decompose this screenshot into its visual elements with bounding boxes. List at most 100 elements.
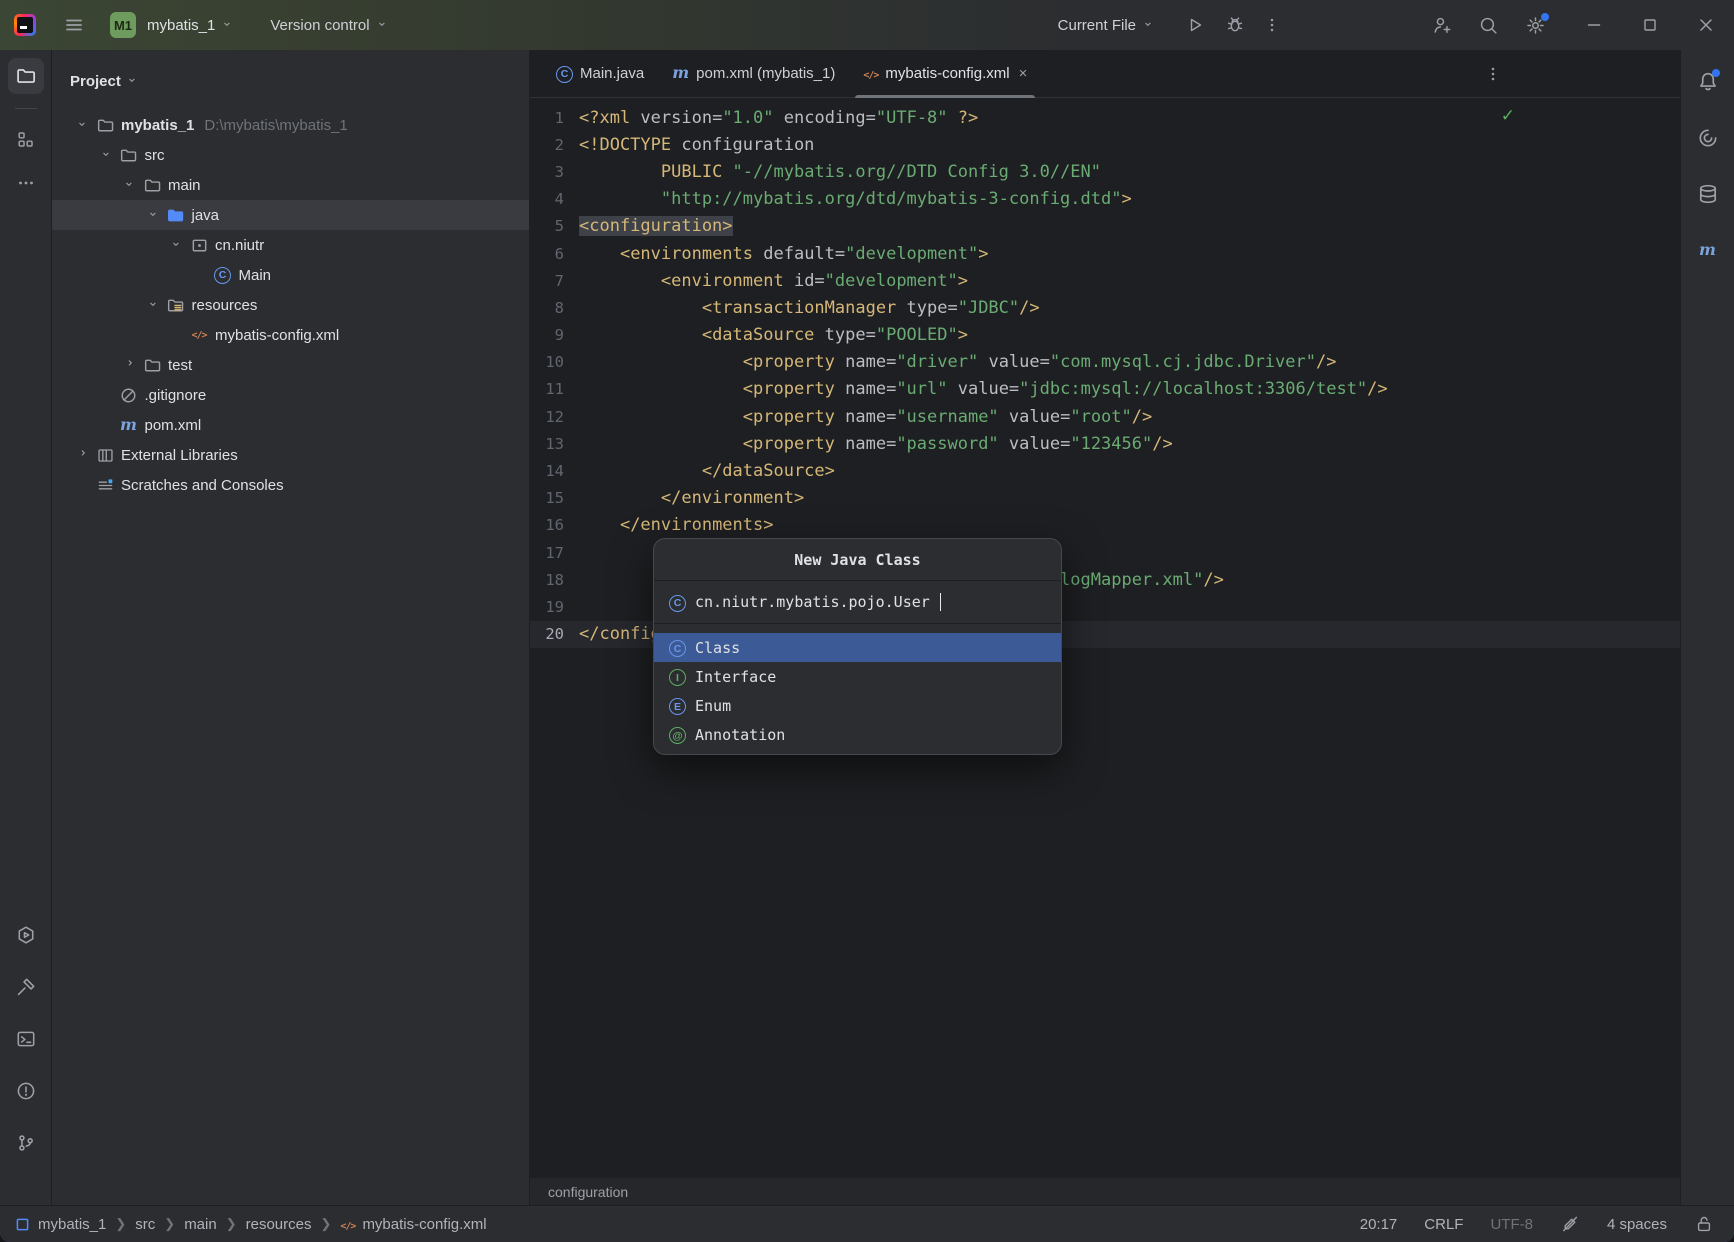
line-number[interactable]: 9 (530, 326, 564, 344)
line-number[interactable]: 1 (530, 109, 564, 127)
code-line-16[interactable]: 16 </environments> (530, 512, 1680, 539)
line-number[interactable]: 12 (530, 408, 564, 426)
problems-icon[interactable] (8, 1073, 44, 1109)
close-tab-icon[interactable]: × (1019, 65, 1028, 82)
line-number[interactable]: 20 (530, 625, 564, 643)
line-number[interactable]: 17 (530, 544, 564, 562)
more-dots-icon[interactable] (8, 165, 44, 201)
maven-icon[interactable]: m (1690, 232, 1726, 268)
services-icon[interactable] (8, 917, 44, 953)
code-with-me-button[interactable] (1431, 15, 1452, 36)
build-icon[interactable] (8, 969, 44, 1005)
indent-widget[interactable]: 4 spaces (1607, 1216, 1667, 1233)
debug-button[interactable] (1225, 15, 1245, 35)
line-number[interactable]: 3 (530, 163, 564, 181)
project-panel-header[interactable]: Project (70, 66, 529, 96)
line-number[interactable]: 18 (530, 571, 564, 589)
caret-position-widget[interactable]: 20:17 (1360, 1216, 1398, 1233)
tree-item-mybatis-1[interactable]: mybatis_1D:\mybatis\mybatis_1 (52, 110, 529, 140)
tree-item-main[interactable]: CMain (52, 260, 529, 290)
search-everywhere-button[interactable] (1478, 15, 1499, 36)
chevron-down-icon[interactable] (74, 118, 94, 132)
code-line-9[interactable]: 9 <dataSource type="POOLED"> (530, 322, 1680, 349)
chevron-down-icon[interactable] (168, 238, 188, 252)
breadcrumb-tag[interactable]: configuration (548, 1184, 628, 1200)
tree-item-main[interactable]: main (52, 170, 529, 200)
code-line-15[interactable]: 15 </environment> (530, 485, 1680, 512)
run-button[interactable] (1185, 15, 1205, 35)
line-separator-widget[interactable]: CRLF (1424, 1216, 1463, 1233)
tree-item-java[interactable]: java (52, 200, 529, 230)
line-number[interactable]: 16 (530, 516, 564, 534)
chevron-down-icon[interactable] (145, 298, 165, 312)
chevron-right-icon[interactable] (121, 358, 141, 372)
code-line-2[interactable]: 2<!DOCTYPE configuration (530, 131, 1680, 158)
code-line-13[interactable]: 13 <property name="password" value="1234… (530, 430, 1680, 457)
tree-item-mybatis-config-xml[interactable]: </>mybatis-config.xml (52, 320, 529, 350)
maximize-button[interactable] (1640, 15, 1660, 35)
line-number[interactable]: 10 (530, 353, 564, 371)
dialog-option-annotation[interactable]: @Annotation (654, 720, 1061, 749)
line-number[interactable]: 8 (530, 299, 564, 317)
breadcrumb-main[interactable]: main (184, 1216, 217, 1233)
tab-mybatis-config-xml[interactable]: </>mybatis-config.xml× (849, 50, 1041, 97)
breadcrumb-resources[interactable]: resources (246, 1216, 312, 1233)
tree-item-resources[interactable]: resources (52, 290, 529, 320)
line-number[interactable]: 11 (530, 380, 564, 398)
line-number[interactable]: 7 (530, 272, 564, 290)
close-button[interactable] (1696, 15, 1716, 35)
project-badge[interactable]: M1 (110, 12, 136, 38)
tree-item-test[interactable]: test (52, 350, 529, 380)
code-line-14[interactable]: 14 </dataSource> (530, 457, 1680, 484)
line-number[interactable]: 5 (530, 217, 564, 235)
chevron-down-icon[interactable] (98, 148, 118, 162)
run-configuration-selector[interactable]: Current File (1058, 17, 1157, 34)
line-number[interactable]: 15 (530, 489, 564, 507)
tab-pom-xml-mybatis-1[interactable]: mpom.xml (mybatis_1) (658, 50, 849, 97)
version-control-icon[interactable] (8, 1125, 44, 1161)
dialog-option-enum[interactable]: EEnum (654, 691, 1061, 720)
database-icon[interactable] (1690, 176, 1726, 212)
line-number[interactable]: 14 (530, 462, 564, 480)
breadcrumb-mybatis-config-xml[interactable]: </>mybatis-config.xml (340, 1216, 486, 1233)
notifications-icon[interactable] (1690, 64, 1726, 100)
encoding-widget[interactable]: UTF-8 (1490, 1216, 1533, 1233)
line-number[interactable]: 2 (530, 136, 564, 154)
line-number[interactable]: 13 (530, 435, 564, 453)
code-line-10[interactable]: 10 <property name="driver" value="com.my… (530, 349, 1680, 376)
tree-item-cn-niutr[interactable]: cn.niutr (52, 230, 529, 260)
tree-item-external-libraries[interactable]: External Libraries (52, 440, 529, 470)
line-number[interactable]: 4 (530, 190, 564, 208)
chevron-down-icon[interactable] (121, 178, 141, 192)
code-line-7[interactable]: 7 <environment id="development"> (530, 267, 1680, 294)
tab-options-kebab-icon[interactable] (1484, 50, 1502, 97)
settings-gear-button[interactable] (1525, 15, 1546, 36)
minimize-button[interactable] (1584, 15, 1604, 35)
tree-item-gitignore[interactable]: .gitignore (52, 380, 529, 410)
version-control-menu[interactable]: Version control (270, 17, 390, 34)
code-line-8[interactable]: 8 <transactionManager type="JDBC"/> (530, 294, 1680, 321)
code-line-11[interactable]: 11 <property name="url" value="jdbc:mysq… (530, 376, 1680, 403)
tree-item-src[interactable]: src (52, 140, 529, 170)
chevron-down-icon[interactable] (145, 208, 165, 222)
project-folder-icon[interactable] (8, 58, 44, 94)
code-line-4[interactable]: 4 "http://mybatis.org/dtd/mybatis-3-conf… (530, 186, 1680, 213)
chevron-right-icon[interactable] (74, 448, 94, 462)
code-editor[interactable]: ✓ New Java Class C cn.niutr.mybatis.pojo… (530, 98, 1680, 1177)
code-line-6[interactable]: 6 <environments default="development"> (530, 240, 1680, 267)
code-line-5[interactable]: 5<configuration> (530, 213, 1680, 240)
terminal-icon[interactable] (8, 1021, 44, 1057)
line-number[interactable]: 19 (530, 598, 564, 616)
tab-main-java[interactable]: CMain.java (542, 50, 658, 97)
highlighting-off-icon[interactable] (1560, 1214, 1580, 1234)
tree-item-scratches-and-consoles[interactable]: Scratches and Consoles (52, 470, 529, 500)
line-number[interactable]: 6 (530, 245, 564, 263)
tree-item-pom-xml[interactable]: mpom.xml (52, 410, 529, 440)
breadcrumb-src[interactable]: src (135, 1216, 155, 1233)
code-line-3[interactable]: 3 PUBLIC "-//mybatis.org//DTD Config 3.0… (530, 158, 1680, 185)
inspections-ok-check-icon[interactable]: ✓ (1501, 106, 1515, 126)
project-selector[interactable]: mybatis_1 (147, 17, 236, 34)
structure-icon[interactable] (8, 121, 44, 157)
dialog-option-class[interactable]: CClass (654, 633, 1061, 662)
more-actions-kebab-icon[interactable] (1263, 16, 1281, 34)
